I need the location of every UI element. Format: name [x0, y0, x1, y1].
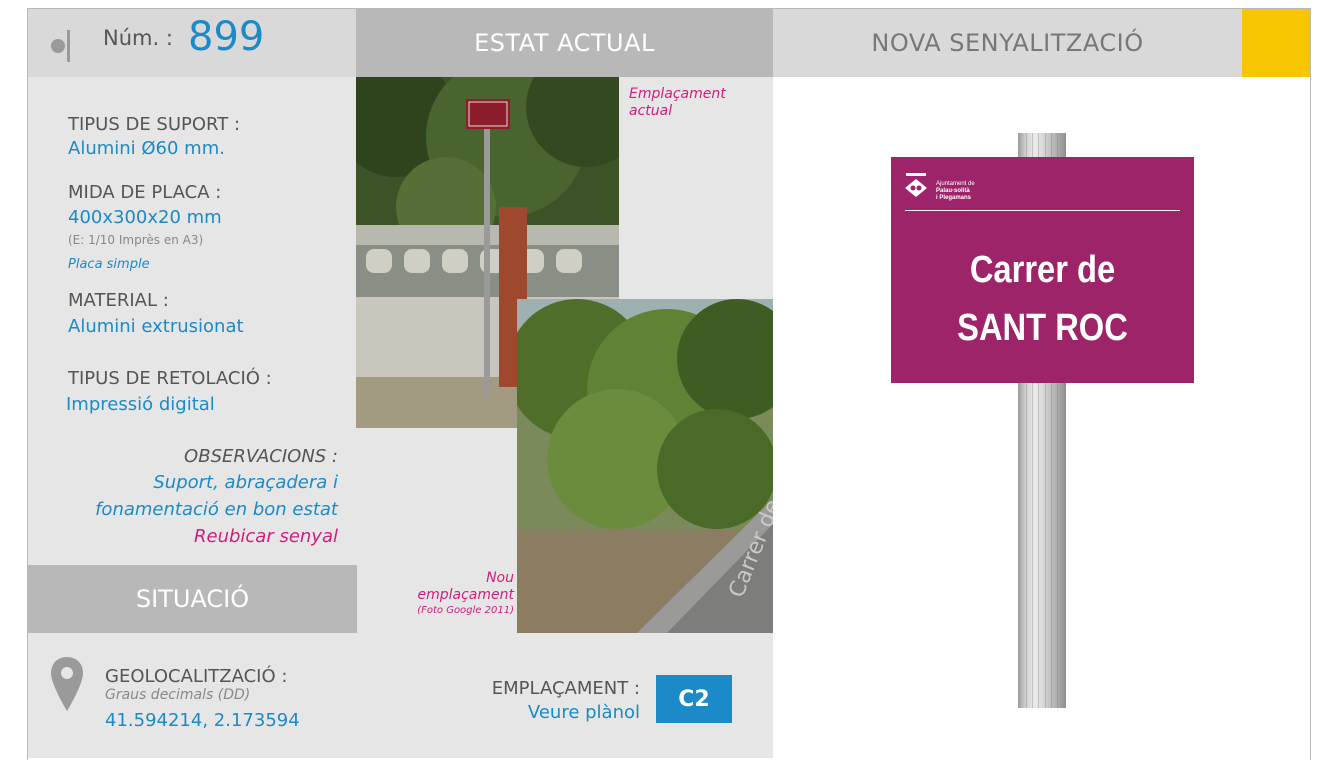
sheet-frame: [27, 8, 1311, 760]
